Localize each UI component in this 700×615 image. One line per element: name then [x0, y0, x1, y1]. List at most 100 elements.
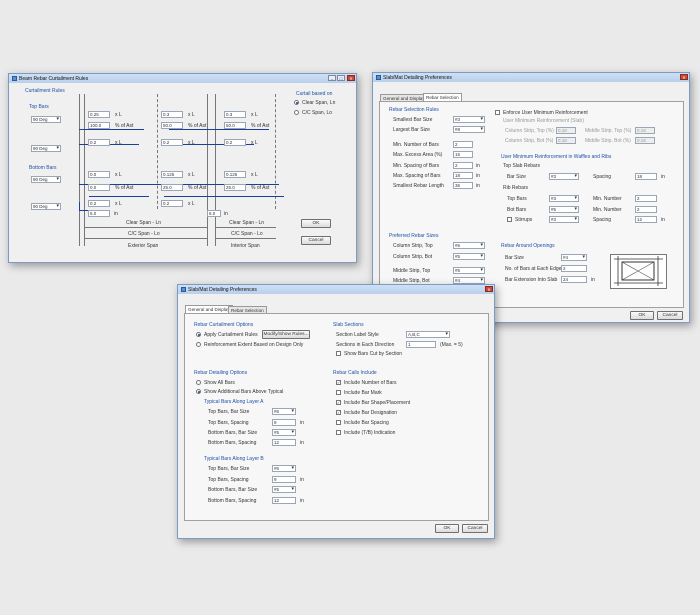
- top-hook-select-2[interactable]: 90 Deg: [31, 145, 61, 152]
- maximize-button[interactable]: □: [337, 75, 345, 81]
- bottom-hook-select-2[interactable]: 90 Deg: [31, 203, 61, 210]
- smallest-bar-size-select[interactable]: #3: [453, 116, 485, 123]
- close-icon[interactable]: ✕: [680, 74, 688, 80]
- clear-span-radio[interactable]: [294, 100, 299, 105]
- bot-ext-left-pct[interactable]: 0.0: [88, 184, 110, 191]
- layer-a-bot-size-select[interactable]: #5: [272, 429, 296, 436]
- bot-int-len[interactable]: 0.125: [224, 171, 246, 178]
- mid-strip-top-size-label: Middle Strip, Top: [393, 268, 431, 274]
- layer-b-top-size-select[interactable]: #6: [272, 465, 296, 472]
- layer-b-top-spacing-input[interactable]: 9: [272, 476, 296, 483]
- bot-ext-right-len[interactable]: 0.125: [161, 171, 183, 178]
- bottom-hook-select-1[interactable]: 90 Deg: [31, 176, 61, 183]
- spacing-label: Spacing: [593, 174, 612, 180]
- close-icon[interactable]: ✕: [347, 75, 355, 81]
- minimize-button[interactable]: –: [328, 75, 336, 81]
- stirrup-size-select[interactable]: #3: [549, 216, 579, 223]
- top-int-len[interactable]: 0.3: [224, 111, 246, 118]
- top-hook-select-1[interactable]: 90 Deg: [31, 116, 61, 123]
- mid-strip-top-size-select[interactable]: #5: [453, 267, 485, 274]
- max-excess-area-input[interactable]: 15: [453, 151, 473, 158]
- include-shape-checkbox[interactable]: ✓: [336, 400, 341, 405]
- include-tb-checkbox[interactable]: [336, 430, 341, 435]
- top-slab-spacing-input[interactable]: 18: [635, 173, 657, 180]
- cancel-button[interactable]: Cancel: [462, 524, 488, 533]
- opening-bar-size-select[interactable]: #4: [561, 254, 587, 261]
- bot-ext-right-pct[interactable]: 25.0: [161, 184, 183, 191]
- enforce-min-checkbox[interactable]: [495, 110, 500, 115]
- ok-button[interactable]: OK: [301, 219, 331, 228]
- bot2-ext-right-len[interactable]: 0.2: [161, 200, 183, 207]
- modify-show-rules-button[interactable]: Modify/Show Rules...: [262, 330, 310, 339]
- apply-curtailment-radio[interactable]: [196, 332, 201, 337]
- bot2-ext-left-len[interactable]: 0.2: [88, 200, 110, 207]
- top-ext-left-pct[interactable]: 100.0: [88, 122, 110, 129]
- bot-ext-left-len[interactable]: 0.0: [88, 171, 110, 178]
- clear-span-option: Clear Span, Ln: [302, 100, 336, 106]
- min-number-bars-input[interactable]: 2: [453, 141, 473, 148]
- unit-label: in: [300, 440, 304, 446]
- close-icon[interactable]: ✕: [485, 286, 493, 292]
- include-designation-label: Include Bar Designation: [344, 410, 398, 416]
- cancel-button[interactable]: Cancel: [657, 311, 683, 320]
- unit-label: x L: [115, 140, 122, 146]
- largest-bar-size-select[interactable]: #8: [453, 126, 485, 133]
- ok-button[interactable]: OK: [435, 524, 459, 533]
- smallest-rebar-length-input[interactable]: 36: [453, 182, 473, 189]
- col-strip-bot-size-select[interactable]: #5: [453, 253, 485, 260]
- section-label-style-select[interactable]: A,B,C: [406, 331, 450, 338]
- show-all-bars-radio[interactable]: [196, 380, 201, 385]
- cancel-button[interactable]: Cancel: [301, 236, 331, 245]
- top-slab-rebars-label: Top Slab Rebars: [503, 163, 540, 169]
- layer-a-top-size-select[interactable]: #6: [272, 408, 296, 415]
- include-number-checkbox[interactable]: ✓: [336, 380, 341, 385]
- rib-top-min-input[interactable]: 2: [635, 195, 657, 202]
- enforce-min-label: Enforce User Minimum Reinforcement: [503, 110, 588, 116]
- include-mark-checkbox[interactable]: [336, 390, 341, 395]
- stirrup-spacing-input[interactable]: 12: [635, 216, 657, 223]
- sections-each-direction-input[interactable]: 1: [406, 341, 436, 348]
- layer-a-bot-spacing-input[interactable]: 12: [272, 439, 296, 446]
- stirrups-checkbox[interactable]: [507, 217, 512, 222]
- show-bars-cut-checkbox[interactable]: [336, 351, 341, 356]
- mid-strip-bot-input[interactable]: 0.18: [635, 137, 655, 144]
- max-spacing-input[interactable]: 18: [453, 172, 473, 179]
- bars-each-edge-input[interactable]: 2: [561, 265, 587, 272]
- mid-strip-bot-size-select[interactable]: #4: [453, 277, 485, 284]
- top-ext-right-len[interactable]: 0.3: [161, 111, 183, 118]
- rib-top-bar-select[interactable]: #3: [549, 195, 579, 202]
- ext-left-length[interactable]: 6.0: [88, 210, 110, 217]
- cc-span-radio[interactable]: [294, 110, 299, 115]
- top-int-pct[interactable]: 50.0: [224, 122, 246, 129]
- top2-int-len[interactable]: 0.2: [224, 139, 246, 146]
- top-slab-bar-size-select[interactable]: #3: [549, 173, 579, 180]
- top-bar-line: [169, 129, 269, 130]
- layer-b-bot-spacing-input[interactable]: 12: [272, 497, 296, 504]
- mid-strip-top-input[interactable]: 0.18: [635, 127, 655, 134]
- design-only-radio[interactable]: [196, 342, 201, 347]
- top-ext-left-len[interactable]: 0.25: [88, 111, 110, 118]
- col-strip-top-input[interactable]: 0.18: [556, 127, 576, 134]
- include-spacing-checkbox[interactable]: [336, 420, 341, 425]
- design-only-label: Reinforcement Extent Based on Design Onl…: [204, 342, 304, 348]
- col-strip-bot-input[interactable]: 0.18: [556, 137, 576, 144]
- layer-a-top-spacing-input[interactable]: 9: [272, 419, 296, 426]
- bot-int-pct[interactable]: 25.0: [224, 184, 246, 191]
- rib-bot-min-input[interactable]: 2: [635, 206, 657, 213]
- show-additional-radio[interactable]: [196, 389, 201, 394]
- rib-bot-bar-select[interactable]: #5: [549, 206, 579, 213]
- min-spacing-input[interactable]: 2: [453, 162, 473, 169]
- top2-ext-right-len[interactable]: 0.2: [161, 139, 183, 146]
- max-spacing-label: Max. Spacing of Bars: [393, 173, 441, 179]
- ext-int-length[interactable]: 6.0: [207, 210, 221, 217]
- top-ext-right-pct[interactable]: 50.0: [161, 122, 183, 129]
- support-line: [84, 94, 85, 246]
- bar-extension-input[interactable]: 24: [561, 276, 587, 283]
- include-designation-checkbox[interactable]: ✓: [336, 410, 341, 415]
- ok-button[interactable]: OK: [630, 311, 654, 320]
- col-strip-top-size-select[interactable]: #6: [453, 242, 485, 249]
- top2-ext-left-len[interactable]: 0.2: [88, 139, 110, 146]
- interior-span-label: Interior Span: [231, 243, 260, 249]
- layer-b-bot-size-select[interactable]: #5: [272, 486, 296, 493]
- unit-label: in: [224, 211, 228, 217]
